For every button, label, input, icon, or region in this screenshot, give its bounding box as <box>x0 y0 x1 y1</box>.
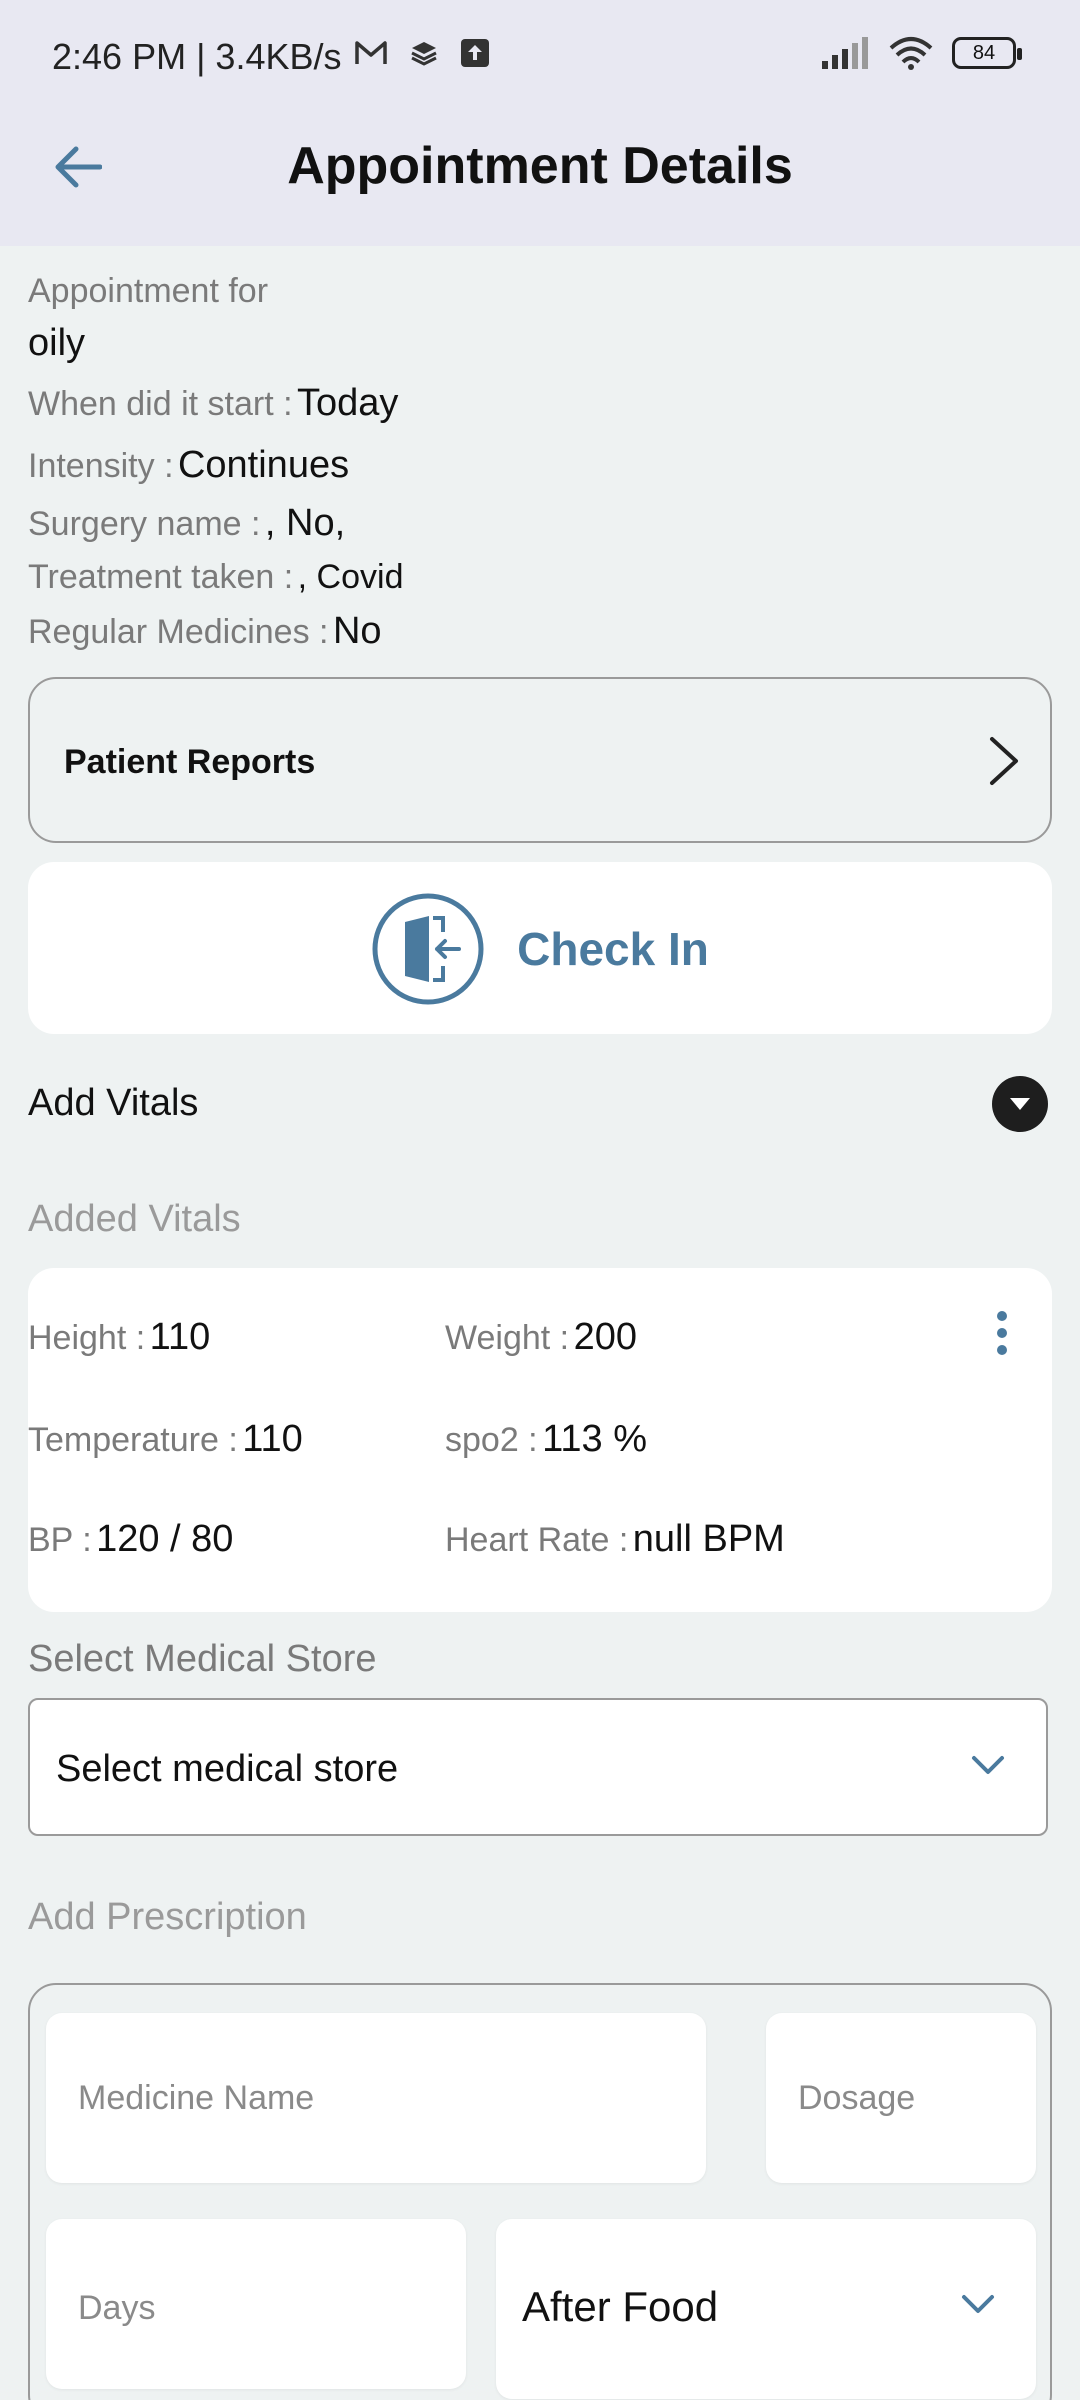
medical-store-select[interactable]: Select medical store <box>28 1698 1048 1836</box>
surgery-label: Surgery name : <box>28 505 261 543</box>
temperature-label: Temperature : <box>28 1421 238 1459</box>
appointment-for-row: Appointment for <box>28 272 268 311</box>
wifi-icon <box>889 37 933 70</box>
spo2-vital: spo2 : 113 % <box>445 1418 647 1461</box>
status-bar: 2:46 PM | 3.4KB/s 84 <box>0 0 1080 116</box>
temperature-vital: Temperature : 110 <box>28 1418 303 1461</box>
medicine-name-placeholder: Medicine Name <box>78 2079 315 2117</box>
weight-label: Weight : <box>445 1319 570 1357</box>
dosage-placeholder: Dosage <box>798 2079 916 2117</box>
spo2-label: spo2 : <box>445 1421 538 1459</box>
start-row: When did it start : Today <box>28 382 398 425</box>
treatment-value: , Covid <box>297 558 404 596</box>
heart-rate-vital: Heart Rate : null BPM <box>445 1518 785 1561</box>
add-vitals-toggle[interactable] <box>992 1076 1048 1132</box>
bp-label: BP : <box>28 1521 92 1559</box>
intensity-label: Intensity : <box>28 447 174 485</box>
start-value: Today <box>297 382 399 424</box>
medical-store-value: Select medical store <box>56 1748 399 1790</box>
surgery-value: , No, <box>264 502 346 544</box>
days-input[interactable]: Days <box>46 2219 466 2389</box>
app-bar: 2:46 PM | 3.4KB/s 84 Appointment Details <box>0 0 1080 246</box>
temperature-value: 110 <box>242 1418 303 1460</box>
medicines-label: Regular Medicines : <box>28 613 329 651</box>
appointment-for-value-row: oily <box>28 322 85 365</box>
height-vital: Height : 110 <box>28 1316 210 1359</box>
heart-rate-value: null BPM <box>632 1518 785 1560</box>
chevron-down-icon <box>972 1756 1004 1774</box>
patient-reports-button[interactable]: Patient Reports <box>28 677 1052 843</box>
spo2-value: 113 % <box>542 1418 648 1460</box>
surgery-row: Surgery name : , No, <box>28 502 345 545</box>
chevron-right-icon <box>990 737 1018 785</box>
intensity-value: Continues <box>177 444 350 486</box>
door-enter-icon <box>372 893 484 1005</box>
more-options-icon[interactable] <box>994 1310 1010 1356</box>
height-label: Height : <box>28 1319 146 1357</box>
vitals-card: Height : 110 Weight : 200 Temperature : … <box>28 1268 1052 1612</box>
food-timing-select[interactable]: After Food <box>496 2219 1036 2399</box>
food-timing-value: After Food <box>522 2283 719 2330</box>
treatment-row: Treatment taken : , Covid <box>28 558 403 597</box>
bp-vital: BP : 120 / 80 <box>28 1518 233 1561</box>
battery-icon: 84 <box>952 37 1022 69</box>
heart-rate-label: Heart Rate : <box>445 1521 629 1559</box>
upload-icon <box>461 39 489 67</box>
patient-reports-label: Patient Reports <box>64 743 316 781</box>
chevron-down-icon <box>962 2295 994 2313</box>
intensity-row: Intensity : Continues <box>28 444 349 487</box>
added-vitals-heading: Added Vitals <box>28 1198 241 1240</box>
prescription-form: Medicine Name Dosage Days After Food <box>28 1983 1052 2400</box>
add-vitals-label: Add Vitals <box>28 1082 199 1124</box>
medicines-value: No <box>332 610 382 652</box>
mail-icon <box>355 41 387 64</box>
weight-value: 200 <box>573 1316 637 1358</box>
page-title: Appointment Details <box>287 137 793 195</box>
add-prescription-heading: Add Prescription <box>28 1896 307 1938</box>
medicine-name-input[interactable]: Medicine Name <box>46 2013 706 2183</box>
notification-icons <box>354 38 490 68</box>
signal-icon <box>822 37 868 69</box>
appointment-for-value: oily <box>28 322 86 364</box>
medicines-row: Regular Medicines : No <box>28 610 382 653</box>
appointment-for-label: Appointment for <box>28 272 269 310</box>
caret-down-icon <box>1010 1098 1030 1110</box>
dosage-input[interactable]: Dosage <box>766 2013 1036 2183</box>
check-in-button[interactable]: Check In <box>28 862 1052 1034</box>
start-label: When did it start : <box>28 385 293 423</box>
medical-store-heading: Select Medical Store <box>28 1638 377 1680</box>
system-icons: 84 <box>820 36 1022 70</box>
status-time: 2:46 PM | 3.4KB/s <box>52 36 342 77</box>
height-value: 110 <box>149 1316 211 1358</box>
check-in-label: Check In <box>517 923 709 975</box>
treatment-label: Treatment taken : <box>28 558 294 596</box>
weight-vital: Weight : 200 <box>445 1316 637 1359</box>
days-placeholder: Days <box>78 2289 156 2327</box>
bp-value: 120 / 80 <box>96 1518 234 1560</box>
layers-icon <box>411 42 437 66</box>
